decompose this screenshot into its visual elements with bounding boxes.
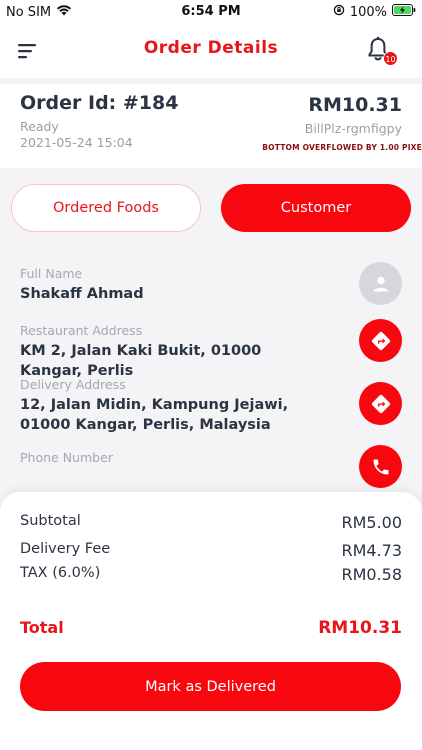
customer-avatar [359, 262, 402, 305]
app-bar: Order Details 10 [0, 24, 422, 78]
order-id: Order Id: #184 [20, 92, 179, 114]
status-right: 100% [333, 4, 416, 20]
directions-icon [371, 394, 390, 413]
delivery-fee-value: RM4.73 [341, 541, 402, 560]
restaurant-directions-button[interactable] [359, 319, 402, 362]
notifications-button[interactable]: 10 [366, 36, 398, 66]
overflow-warning-banner: BOTTOM OVERFLOWED BY 1.00 PIXE [262, 143, 422, 152]
call-customer-button[interactable] [359, 445, 402, 488]
restaurant-address-value: KM 2, Jalan Kaki Bukit, 01000 Kangar, Pe… [20, 343, 262, 379]
tax-label: TAX (6.0%) [20, 565, 101, 581]
phone-icon [373, 459, 388, 474]
bill-reference: BillPlz-rgmfigpy [304, 121, 402, 136]
tab-customer[interactable]: Customer [221, 184, 411, 232]
mark-as-delivered-button[interactable]: Mark as Delivered [20, 662, 401, 711]
delivery-address-label: Delivery Address [20, 377, 126, 392]
phone-number-label: Phone Number [20, 450, 113, 465]
battery-percent: 100% [349, 4, 387, 20]
subtotal-value: RM5.00 [341, 513, 402, 532]
full-name-value: Shakaff Ahmad [20, 286, 144, 302]
tax-row: TAX (6.0%) RM0.58 [20, 565, 402, 584]
order-status: Ready [20, 119, 59, 134]
payment-summary-sheet: Subtotal RM5.00 Delivery Fee RM4.73 TAX … [0, 492, 422, 750]
phone-number-field: Phone Number [20, 450, 340, 468]
restaurant-address-label: Restaurant Address [20, 323, 143, 338]
delivery-directions-button[interactable] [359, 382, 402, 425]
total-value: RM10.31 [318, 618, 402, 638]
order-card: Order Id: #184 Ready 2021-05-24 15:04 RM… [0, 84, 422, 168]
status-bar: No SIM 6:54 PM 100% [0, 0, 422, 24]
tab-ordered-foods[interactable]: Ordered Foods [11, 184, 201, 232]
total-label: Total [20, 618, 64, 637]
delivery-fee-row: Delivery Fee RM4.73 [20, 541, 402, 560]
detail-tabs: Ordered Foods Customer [0, 184, 422, 234]
delivery-fee-label: Delivery Fee [20, 541, 111, 557]
order-amount: RM10.31 [308, 94, 402, 116]
total-row: Total RM10.31 [20, 618, 402, 638]
directions-icon [371, 331, 390, 350]
battery-charging-icon [392, 4, 416, 20]
tax-value: RM0.58 [341, 565, 402, 584]
notification-badge: 10 [383, 51, 398, 66]
full-name-label: Full Name [20, 266, 83, 281]
orientation-lock-icon [333, 4, 345, 20]
full-name-field: Full Name Shakaff Ahmad [20, 266, 340, 304]
subtotal-row: Subtotal RM5.00 [20, 513, 402, 532]
page-title: Order Details [143, 38, 279, 58]
delivery-address-field: Delivery Address 12, Jalan Midin, Kampun… [20, 377, 340, 435]
restaurant-address-field: Restaurant Address KM 2, Jalan Kaki Buki… [20, 323, 340, 381]
order-datetime: 2021-05-24 15:04 [20, 135, 133, 150]
person-icon [373, 276, 388, 291]
subtotal-label: Subtotal [20, 513, 81, 529]
delivery-address-value: 12, Jalan Midin, Kampung Jejawi, 01000 K… [20, 397, 289, 433]
